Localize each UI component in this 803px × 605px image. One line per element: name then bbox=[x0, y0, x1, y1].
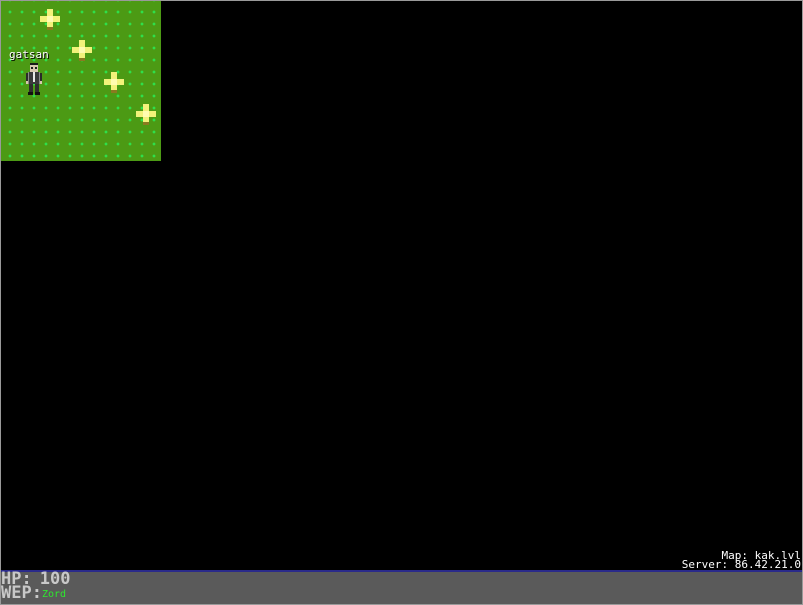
server-info: Map: kak.lvl Server: 86.42.21.0 bbox=[681, 550, 801, 571]
flower-icon bbox=[136, 104, 156, 125]
game-viewport[interactable]: gatsan Map: kak.lvl Server: 86.42.21.0 bbox=[1, 1, 802, 571]
player-sprite[interactable] bbox=[22, 62, 46, 96]
grass-tile-area: gatsan bbox=[1, 1, 161, 161]
flower-icon bbox=[40, 9, 60, 30]
weapon-readout: WEP:Zord bbox=[1, 585, 66, 602]
flower-icon bbox=[104, 72, 124, 93]
status-hud: HP: 100 WEP:Zord bbox=[1, 570, 802, 604]
flower-icon bbox=[72, 40, 92, 61]
weapon-value: Zord bbox=[41, 589, 67, 600]
player-name-label: gatsan bbox=[9, 48, 49, 61]
game-window: gatsan Map: kak.lvl Server: 86.42.21.0 H… bbox=[0, 0, 803, 605]
server-address-label: Server: 86.42.21.0 bbox=[681, 558, 801, 571]
weapon-label: WEP: bbox=[1, 583, 42, 603]
